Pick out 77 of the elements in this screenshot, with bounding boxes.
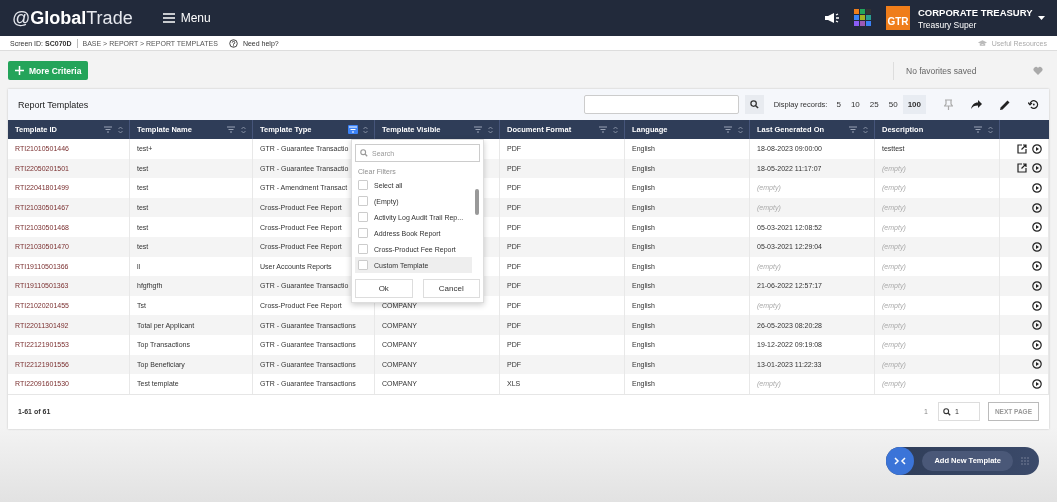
filter-icon bbox=[474, 126, 482, 133]
play-icon[interactable] bbox=[1032, 378, 1042, 389]
play-icon[interactable] bbox=[1032, 359, 1042, 370]
menu-button[interactable]: Menu bbox=[162, 11, 211, 25]
graduation-cap-icon bbox=[977, 39, 987, 47]
filter-icon bbox=[724, 126, 732, 133]
filter-icon bbox=[227, 126, 235, 133]
reset-icon[interactable] bbox=[1028, 99, 1039, 110]
search-button[interactable] bbox=[744, 95, 764, 114]
ok-button[interactable]: Ok bbox=[355, 279, 413, 298]
play-icon[interactable] bbox=[1032, 261, 1042, 272]
user-role: Treasury Super bbox=[918, 19, 978, 30]
page-size-option[interactable]: 10 bbox=[845, 95, 865, 114]
share-icon[interactable] bbox=[971, 100, 982, 109]
caret-icon[interactable] bbox=[1038, 16, 1045, 20]
sort-icon[interactable] bbox=[118, 125, 123, 134]
plus-icon bbox=[15, 66, 24, 75]
play-icon[interactable] bbox=[1032, 339, 1042, 350]
sort-icon[interactable] bbox=[738, 125, 743, 134]
filter-button[interactable] bbox=[973, 125, 983, 134]
sort-icon[interactable] bbox=[863, 125, 868, 134]
filter-icon bbox=[974, 126, 982, 133]
filter-button[interactable] bbox=[598, 125, 608, 134]
filter-icon bbox=[104, 126, 112, 133]
filter-button[interactable] bbox=[226, 125, 236, 134]
cancel-button[interactable]: Cancel bbox=[422, 279, 480, 298]
play-icon[interactable] bbox=[1032, 241, 1042, 252]
sort-icon[interactable] bbox=[613, 125, 618, 134]
page-size-option[interactable]: 50 bbox=[883, 95, 903, 114]
org-name: CORPORATE TREASURY bbox=[918, 6, 1034, 18]
play-icon[interactable] bbox=[1032, 183, 1042, 193]
logo[interactable]: @GlobalTrade bbox=[12, 7, 133, 29]
search-icon bbox=[942, 407, 951, 416]
sort-icon[interactable] bbox=[241, 125, 246, 134]
org-badge: GTR bbox=[886, 6, 910, 30]
external-link-icon[interactable] bbox=[1017, 143, 1027, 154]
checkbox[interactable] bbox=[358, 260, 368, 270]
expand-button[interactable] bbox=[886, 446, 915, 475]
play-icon[interactable] bbox=[1032, 280, 1042, 291]
megaphone-icon[interactable] bbox=[824, 12, 840, 24]
filter-icon bbox=[349, 126, 357, 133]
page-size-option[interactable]: 25 bbox=[864, 95, 884, 114]
chevrons-icon bbox=[894, 456, 907, 465]
checkbox[interactable] bbox=[358, 180, 368, 190]
sort-icon[interactable] bbox=[488, 125, 493, 134]
pencil-icon[interactable] bbox=[1000, 99, 1010, 110]
filter-button[interactable] bbox=[723, 125, 733, 134]
grip-icon[interactable] bbox=[1021, 456, 1029, 465]
play-icon[interactable] bbox=[1032, 202, 1042, 213]
filter-button[interactable] bbox=[103, 125, 113, 134]
checkbox[interactable] bbox=[358, 196, 368, 206]
menu-icon bbox=[162, 13, 175, 23]
checkbox[interactable] bbox=[358, 212, 368, 222]
play-icon[interactable] bbox=[1032, 222, 1042, 233]
help-icon bbox=[228, 38, 238, 48]
card-title: Report Templates bbox=[18, 99, 89, 110]
play-icon[interactable] bbox=[1032, 300, 1042, 311]
search-icon bbox=[749, 100, 759, 109]
favorites-text: No favorites saved bbox=[893, 61, 1033, 80]
sort-icon[interactable] bbox=[363, 125, 368, 134]
filter-button[interactable] bbox=[848, 125, 858, 134]
apps-grid-icon[interactable] bbox=[854, 9, 872, 27]
search-icon bbox=[360, 149, 368, 157]
filter-button[interactable] bbox=[473, 125, 483, 134]
filter-icon bbox=[849, 126, 857, 133]
play-icon[interactable] bbox=[1032, 320, 1042, 331]
header-cell bbox=[1000, 120, 1049, 139]
external-link-icon[interactable] bbox=[1017, 163, 1027, 174]
page-size-option[interactable]: 5 bbox=[831, 95, 846, 114]
checkbox[interactable] bbox=[358, 228, 368, 238]
filter-icon bbox=[599, 126, 607, 133]
search-field[interactable] bbox=[583, 95, 739, 114]
page-size-option[interactable]: 100 bbox=[902, 95, 926, 114]
checkbox[interactable] bbox=[358, 244, 368, 254]
sort-icon[interactable] bbox=[988, 125, 993, 134]
play-icon[interactable] bbox=[1032, 143, 1042, 154]
play-icon[interactable] bbox=[1032, 163, 1042, 174]
